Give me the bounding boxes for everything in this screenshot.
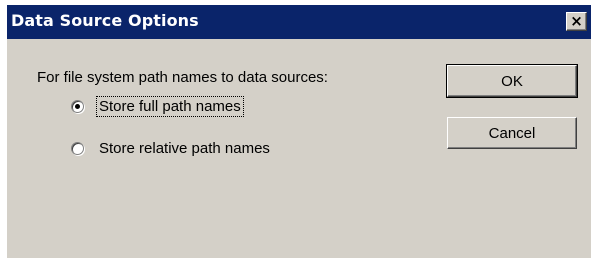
cancel-button[interactable]: Cancel — [447, 117, 577, 149]
close-button[interactable]: × — [566, 12, 587, 31]
radio-store-full-path[interactable]: Store full path names — [71, 96, 244, 117]
close-icon: × — [570, 12, 583, 30]
radio-label-full-path[interactable]: Store full path names — [96, 96, 244, 117]
ok-button[interactable]: OK — [446, 64, 578, 98]
dialog-title: Data Source Options — [11, 11, 199, 30]
data-source-options-dialog: Data Source Options × For file system pa… — [6, 4, 591, 258]
path-names-prompt: For file system path names to data sourc… — [37, 69, 328, 86]
radio-label-relative-path[interactable]: Store relative path names — [96, 138, 273, 159]
radio-store-relative-path[interactable]: Store relative path names — [71, 138, 273, 159]
title-bar[interactable]: Data Source Options × — [7, 5, 591, 39]
radio-button-checked-icon[interactable] — [71, 100, 84, 113]
radio-button-unchecked-icon[interactable] — [71, 142, 84, 155]
